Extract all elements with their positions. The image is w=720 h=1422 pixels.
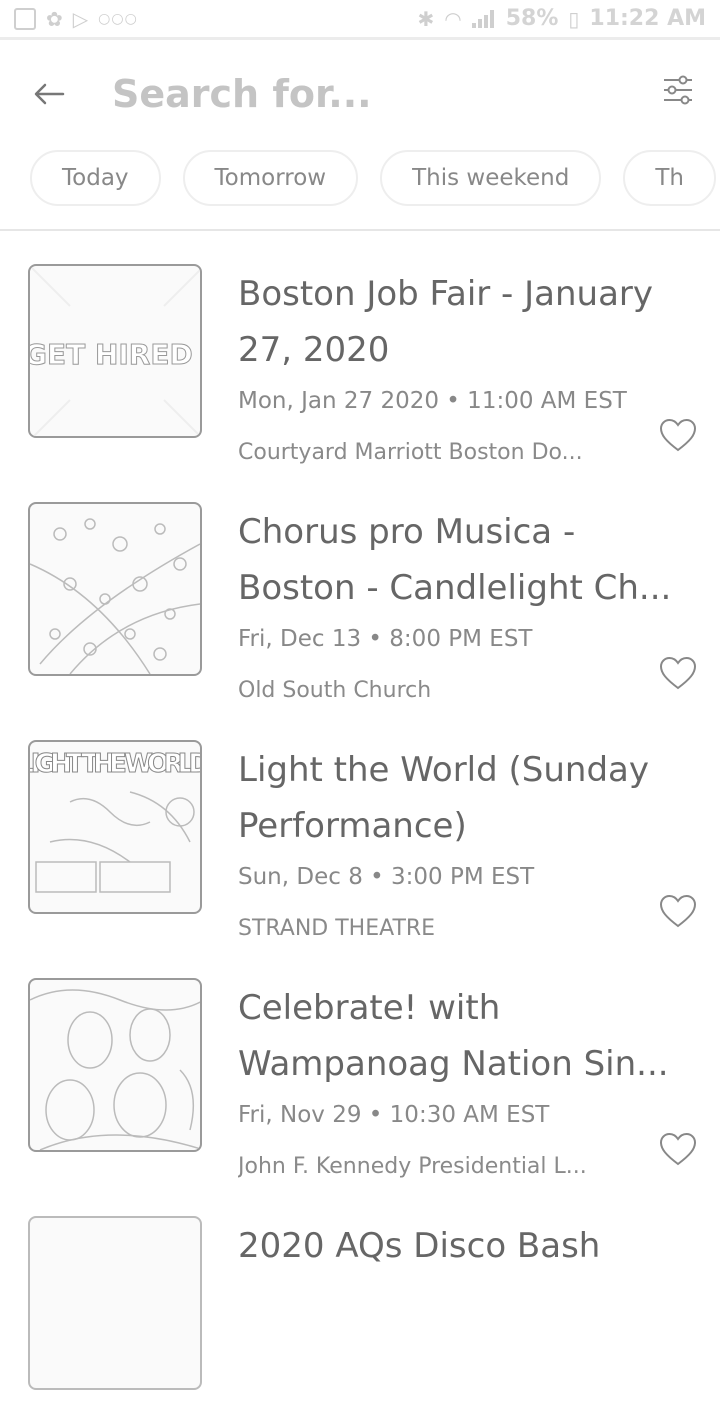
thumb-text: LIGHT THE WORLD bbox=[30, 749, 202, 779]
event-venue: Courtyard Marriott Boston Do... bbox=[238, 440, 583, 465]
event-card[interactable]: Chorus pro Musica - Boston - Candlelight… bbox=[0, 478, 720, 708]
heart-icon bbox=[659, 418, 697, 452]
event-card[interactable]: LIGHT THE WORLD Light the World (Sunday … bbox=[0, 716, 720, 946]
thumb-text: GET HIRED bbox=[30, 338, 193, 371]
flower-notification-icon: ✿ bbox=[46, 6, 63, 31]
status-bar: ✿ ▷ ○○○ ✱ ◠ 58% ▯ 11:22 AM bbox=[0, 0, 720, 40]
heart-icon bbox=[659, 894, 697, 928]
chip-this-weekend[interactable]: This weekend bbox=[380, 150, 602, 206]
event-thumbnail bbox=[28, 502, 202, 676]
heart-icon bbox=[659, 1132, 697, 1166]
event-thumbnail bbox=[28, 978, 202, 1152]
play-notification-icon: ▷ bbox=[72, 6, 89, 31]
event-date: Mon, Jan 27 2020 • 11:00 AM EST bbox=[238, 388, 627, 414]
status-left: ✿ ▷ ○○○ bbox=[14, 7, 138, 31]
event-title: Light the World (Sunday Performance) bbox=[238, 750, 649, 846]
event-card[interactable]: 2020 AQs Disco Bash bbox=[0, 1192, 720, 1422]
arrow-left-icon bbox=[34, 83, 65, 105]
bluetooth-icon: ✱ bbox=[417, 6, 435, 31]
gallery-notification-icon bbox=[14, 7, 36, 30]
event-thumbnail bbox=[28, 1216, 202, 1390]
sliders-icon bbox=[664, 75, 692, 105]
event-thumbnail: LIGHT THE WORLD bbox=[28, 740, 202, 914]
event-card[interactable]: GET HIRED Boston Job Fair - January 27, … bbox=[0, 240, 720, 470]
event-date: Fri, Nov 29 • 10:30 AM EST bbox=[238, 1102, 550, 1128]
chip-next[interactable]: Th bbox=[623, 150, 716, 206]
heart-icon bbox=[659, 656, 697, 690]
event-venue: John F. Kennedy Presidential L... bbox=[238, 1154, 587, 1179]
chip-tomorrow[interactable]: Tomorrow bbox=[182, 150, 359, 206]
event-thumbnail: GET HIRED bbox=[28, 264, 202, 438]
event-title: Celebrate! with Wampanoag Nation Sin... bbox=[238, 988, 669, 1084]
search-bar bbox=[0, 44, 720, 144]
status-right: ✱ ◠ 58% ▯ 11:22 AM bbox=[417, 6, 706, 31]
favorite-button[interactable] bbox=[658, 1130, 698, 1170]
event-venue: Old South Church bbox=[238, 678, 432, 703]
event-date: Sun, Dec 8 • 3:00 PM EST bbox=[238, 864, 535, 890]
date-filter-chips: Today Tomorrow This weekend Th bbox=[0, 150, 720, 218]
event-venue: STRAND THEATRE bbox=[238, 916, 436, 941]
favorite-button[interactable] bbox=[658, 892, 698, 932]
battery-icon: ▯ bbox=[568, 6, 580, 31]
filter-button[interactable] bbox=[658, 70, 698, 110]
wifi-icon: ◠ bbox=[444, 6, 462, 31]
divider bbox=[0, 229, 720, 231]
chip-today[interactable]: Today bbox=[30, 150, 161, 206]
signal-icon bbox=[471, 9, 496, 28]
search-input[interactable] bbox=[112, 64, 592, 124]
battery-percent: 58% bbox=[505, 6, 559, 31]
event-title: 2020 AQs Disco Bash bbox=[238, 1226, 601, 1266]
event-title: Chorus pro Musica - Boston - Candlelight… bbox=[238, 512, 672, 608]
event-title: Boston Job Fair - January 27, 2020 bbox=[238, 274, 654, 370]
more-notifications-icon: ○○○ bbox=[98, 10, 138, 27]
event-card[interactable]: Celebrate! with Wampanoag Nation Sin... … bbox=[0, 954, 720, 1184]
event-date: Fri, Dec 13 • 8:00 PM EST bbox=[238, 626, 533, 652]
favorite-button[interactable] bbox=[658, 416, 698, 456]
back-button[interactable] bbox=[14, 59, 84, 129]
clock: 11:22 AM bbox=[589, 6, 706, 31]
favorite-button[interactable] bbox=[658, 654, 698, 694]
